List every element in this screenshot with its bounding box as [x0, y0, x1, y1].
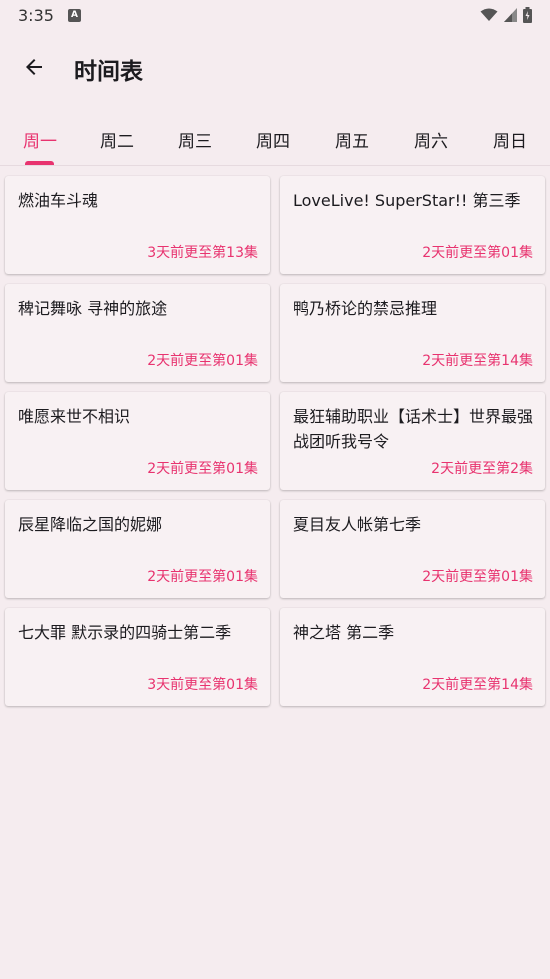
- tab-thursday[interactable]: 周四: [243, 112, 303, 166]
- update-status: 2天前更至第14集: [422, 677, 533, 693]
- anime-title: 夏目友人帐第七季: [293, 515, 422, 534]
- anime-card[interactable]: 鸭乃桥论的禁忌推理 2天前更至第14集: [280, 284, 545, 382]
- anime-card[interactable]: 辰星降临之国的妮娜 2天前更至第01集: [5, 500, 270, 598]
- app-bar: 时间表: [0, 30, 550, 108]
- anime-card[interactable]: 燃油车斗魂 3天前更至第13集: [5, 176, 270, 274]
- update-status: 3天前更至第13集: [147, 245, 258, 261]
- anime-title: 神之塔 第二季: [293, 623, 395, 642]
- anime-title: 辰星降临之国的妮娜: [18, 515, 163, 534]
- update-status: 3天前更至第01集: [147, 677, 258, 693]
- anime-title: 燃油车斗魂: [18, 191, 99, 210]
- anime-title: 唯愿来世不相识: [18, 407, 131, 426]
- tab-friday[interactable]: 周五: [322, 112, 382, 166]
- update-status: 2天前更至第01集: [422, 245, 533, 261]
- update-status: 2天前更至第01集: [147, 461, 258, 477]
- update-status: 2天前更至第01集: [147, 353, 258, 369]
- update-status: 2天前更至第01集: [422, 569, 533, 585]
- update-status: 2天前更至第14集: [422, 353, 533, 369]
- tab-tuesday[interactable]: 周二: [87, 112, 147, 166]
- anime-card[interactable]: LoveLive! SuperStar!! 第三季 2天前更至第01集: [280, 176, 545, 274]
- tab-indicator: [25, 161, 54, 165]
- anime-card[interactable]: 夏目友人帐第七季 2天前更至第01集: [280, 500, 545, 598]
- anime-schedule-grid: 燃油车斗魂 3天前更至第13集 LoveLive! SuperStar!! 第三…: [5, 176, 545, 706]
- anime-title: 七大罪 默示录的四骑士第二季: [18, 623, 232, 642]
- status-bar: 3:35 A: [0, 0, 550, 30]
- anime-card[interactable]: 稗记舞咏 寻神的旅途 2天前更至第01集: [5, 284, 270, 382]
- tab-sunday[interactable]: 周日: [480, 112, 540, 166]
- status-time: 3:35: [18, 5, 54, 25]
- status-icons: [480, 7, 532, 23]
- anime-card[interactable]: 唯愿来世不相识 2天前更至第01集: [5, 392, 270, 490]
- page-title: 时间表: [74, 59, 143, 85]
- weekday-tabs: 周一 周二 周三 周四 周五 周六 周日: [0, 112, 550, 166]
- tab-saturday[interactable]: 周六: [401, 112, 461, 166]
- tab-wednesday[interactable]: 周三: [165, 112, 225, 166]
- anime-card[interactable]: 七大罪 默示录的四骑士第二季 3天前更至第01集: [5, 608, 270, 706]
- back-button[interactable]: [0, 30, 68, 108]
- anime-card[interactable]: 神之塔 第二季 2天前更至第14集: [280, 608, 545, 706]
- anime-title: 稗记舞咏 寻神的旅途: [18, 299, 168, 318]
- notification-a-icon: A: [67, 8, 81, 22]
- anime-title: 鸭乃桥论的禁忌推理: [293, 299, 438, 318]
- arrow-back-icon: [22, 55, 46, 83]
- tab-monday[interactable]: 周一: [10, 112, 70, 166]
- wifi-icon: [480, 8, 498, 22]
- battery-icon: [523, 7, 532, 23]
- update-status: 2天前更至第01集: [147, 569, 258, 585]
- anime-title: LoveLive! SuperStar!! 第三季: [293, 191, 521, 210]
- signal-icon: [504, 8, 517, 22]
- anime-card[interactable]: 最狂辅助职业【话术士】世界最强战团听我号令 2天前更至第2集: [280, 392, 545, 490]
- update-status: 2天前更至第2集: [431, 461, 533, 477]
- anime-title: 最狂辅助职业【话术士】世界最强战团听我号令: [293, 407, 534, 451]
